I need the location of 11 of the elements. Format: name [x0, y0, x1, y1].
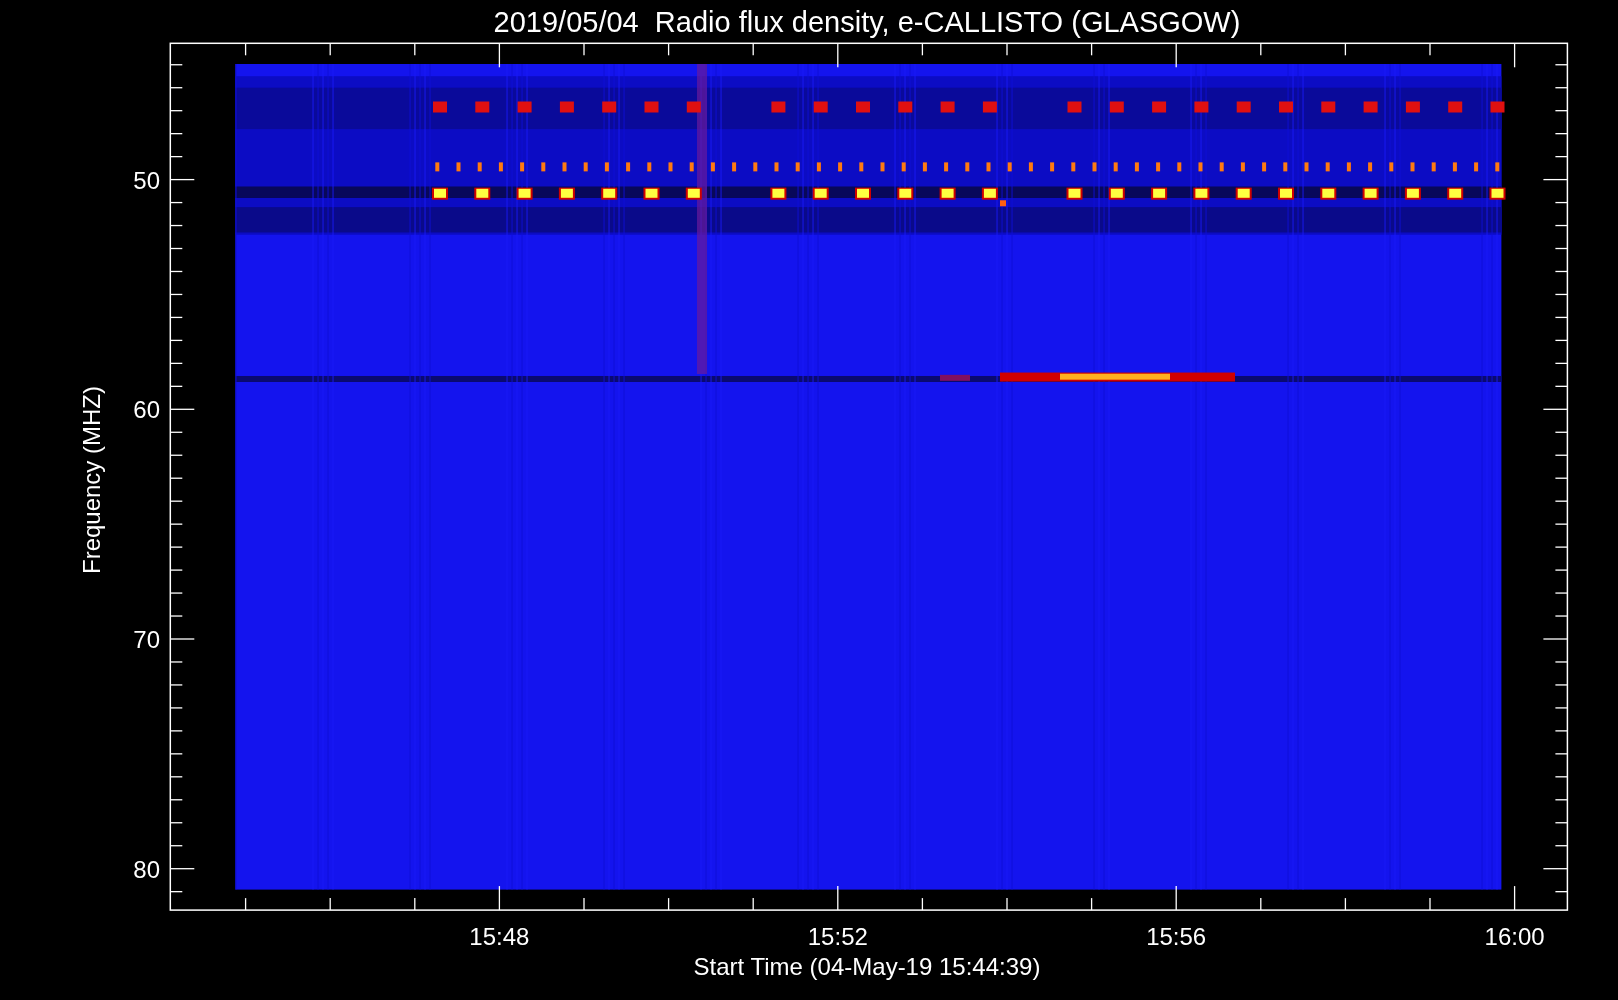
- tick-label: 50: [133, 166, 160, 194]
- chart-title: 2019/05/04 Radio flux density, e-CALLISTO (GLASGOW): [493, 6, 1241, 38]
- tick-label: 15:52: [807, 923, 868, 950]
- tick-label: 15:56: [1146, 923, 1207, 950]
- tick-label: 16:00: [1484, 923, 1545, 950]
- x-axis-label: Start Time (04-May-19 15:44:39): [693, 953, 1041, 980]
- tick-label: 70: [133, 626, 160, 653]
- tick-label: 80: [133, 855, 160, 883]
- tick-label: 15:48: [469, 923, 530, 950]
- y-axis-label: Frequency (MHZ): [78, 386, 105, 574]
- tick-label: 60: [133, 396, 160, 424]
